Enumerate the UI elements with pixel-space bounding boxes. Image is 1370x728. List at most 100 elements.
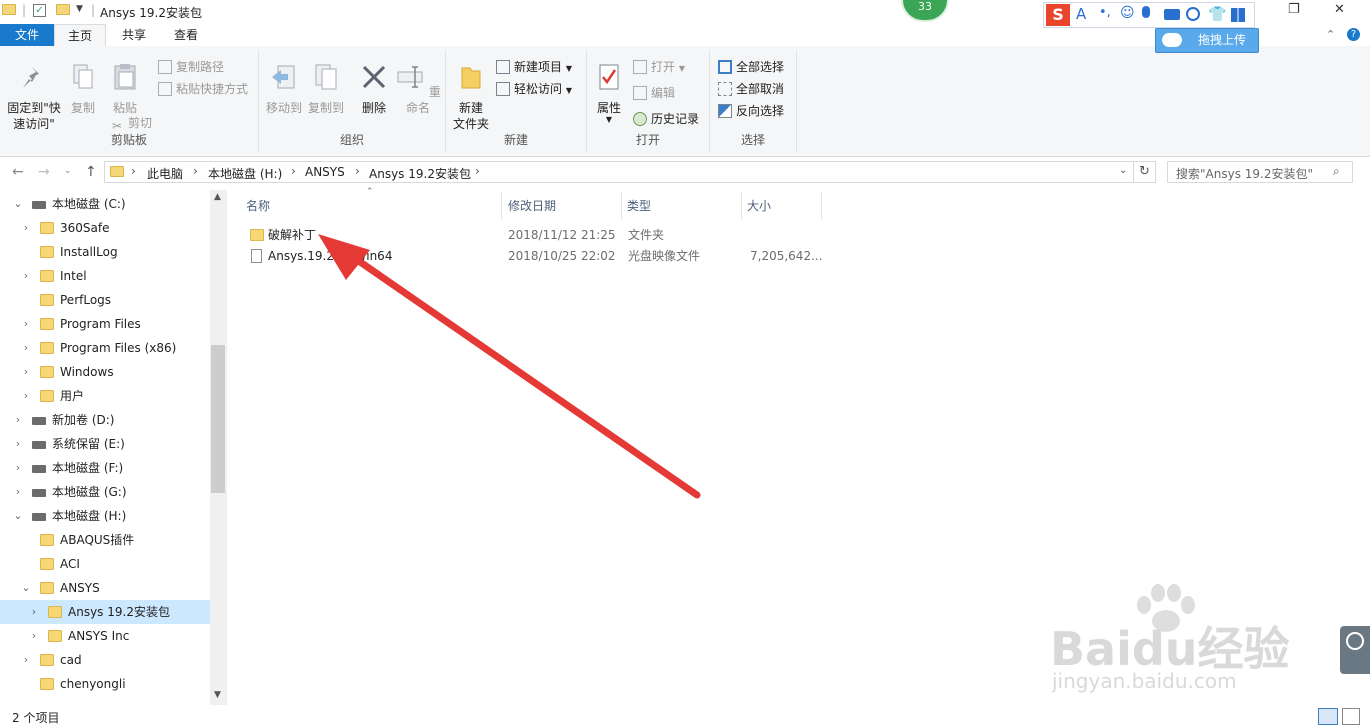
copy-button[interactable]: 复制 — [66, 62, 100, 116]
tree-item[interactable]: › 本地磁盘 (F:) — [0, 456, 210, 480]
rename-button[interactable]: 重命名 — [395, 62, 441, 116]
recent-locations-icon[interactable]: ⌄ — [64, 166, 72, 176]
new-item-button[interactable]: 新建项目 ▼ — [496, 57, 572, 77]
chevron-right-icon[interactable]: › — [20, 336, 32, 360]
chevron-down-icon[interactable]: ⌄ — [12, 504, 24, 528]
paste-shortcut-button[interactable]: 粘贴快捷方式 — [158, 79, 248, 99]
breadcrumb-ansys-install[interactable]: Ansys 19.2安装包 — [369, 165, 471, 182]
tree-item[interactable]: › 本地磁盘 (G:) — [0, 480, 210, 504]
skin-shirt-icon[interactable]: 👕 — [1208, 5, 1227, 23]
chevron-right-icon[interactable]: › — [355, 164, 360, 178]
tree-item[interactable]: › 用户 — [0, 384, 210, 408]
punctuation-icon[interactable]: •, — [1099, 5, 1111, 20]
column-divider[interactable] — [741, 192, 742, 220]
tree-item[interactable]: › cad — [0, 648, 210, 672]
select-none-button[interactable]: 全部取消 — [718, 79, 784, 99]
scroll-up-icon[interactable]: ▲ — [214, 192, 221, 202]
ime-toolbar[interactable]: S A •, ☺ 👕 — [1043, 2, 1255, 28]
address-bar[interactable]: › 此电脑 › 本地磁盘 (H:) › ANSYS › Ansys 19.2安装… — [104, 161, 1134, 183]
keyboard-icon[interactable] — [1164, 9, 1180, 20]
copy-path-button[interactable]: 复制路径 — [158, 57, 224, 77]
close-button[interactable]: ✕ — [1334, 2, 1345, 17]
tree-item[interactable]: › Intel — [0, 264, 210, 288]
large-icons-view-icon[interactable] — [1342, 708, 1360, 725]
customize-quick-access-icon[interactable]: ▼ — [76, 4, 90, 18]
column-header-name[interactable]: 名称 — [246, 197, 270, 214]
tree-item[interactable]: › ANSYS Inc — [0, 624, 210, 648]
column-header-date[interactable]: 修改日期 — [508, 197, 556, 214]
toolbox-grid-icon[interactable] — [1231, 8, 1245, 22]
tree-item[interactable]: › 新加卷 (D:) — [0, 408, 210, 432]
chevron-right-icon[interactable]: › — [20, 216, 32, 240]
tab-share[interactable]: 共享 — [112, 24, 156, 46]
breadcrumb-drive-h[interactable]: 本地磁盘 (H:) — [208, 165, 282, 182]
help-icon[interactable]: ? — [1347, 28, 1360, 41]
drag-upload-button[interactable]: 拖拽上传 — [1155, 28, 1259, 53]
search-input[interactable]: 搜索"Ansys 19.2安装包" ⌕ — [1167, 161, 1353, 183]
forward-arrow-icon[interactable]: → — [38, 164, 50, 180]
properties-button[interactable]: 属性 ▼ — [591, 62, 627, 124]
tree-item[interactable]: ABAQUS插件 — [0, 528, 210, 552]
tree-item[interactable]: › Program Files — [0, 312, 210, 336]
new-folder-quick-icon[interactable] — [56, 4, 70, 18]
tree-item[interactable]: InstallLog — [0, 240, 210, 264]
chevron-right-icon[interactable]: › — [20, 384, 32, 408]
tree-item[interactable]: › Program Files (x86) — [0, 336, 210, 360]
tree-item[interactable]: › Windows — [0, 360, 210, 384]
edit-button[interactable]: 编辑 — [633, 83, 675, 103]
details-view-icon[interactable] — [1318, 708, 1338, 725]
tab-view[interactable]: 查看 — [164, 24, 208, 46]
refresh-button[interactable]: ↻ — [1134, 161, 1156, 183]
tree-item[interactable]: ⌄ 本地磁盘 (H:) — [0, 504, 210, 528]
tab-home[interactable]: 主页 — [54, 24, 106, 47]
new-folder-button[interactable]: 新建 文件夹 — [450, 62, 492, 132]
emoji-icon[interactable]: ☺ — [1120, 5, 1135, 21]
chevron-right-icon[interactable]: › — [193, 164, 198, 178]
tree-item[interactable]: ACI — [0, 552, 210, 576]
chevron-right-icon[interactable]: › — [20, 648, 32, 672]
column-header-size[interactable]: 大小 — [747, 197, 771, 214]
cut-button[interactable]: ✂ 剪切 — [110, 113, 152, 133]
history-button[interactable]: 历史记录 — [633, 109, 699, 129]
sogou-logo-icon[interactable]: S — [1046, 4, 1070, 26]
breadcrumb-ansys[interactable]: ANSYS — [305, 165, 345, 179]
collapse-ribbon-icon[interactable]: ⌃ — [1326, 28, 1335, 41]
user-icon[interactable] — [1186, 7, 1200, 21]
tree-item[interactable]: › Ansys 19.2安装包 — [0, 600, 210, 624]
chevron-down-icon[interactable]: ⌄ — [20, 576, 32, 600]
scrollbar-thumb[interactable] — [211, 345, 225, 493]
chevron-right-icon[interactable]: › — [20, 360, 32, 384]
search-icon[interactable]: ⌕ — [1333, 164, 1340, 179]
column-divider[interactable] — [821, 192, 822, 220]
tree-item[interactable]: ⌄ ANSYS — [0, 576, 210, 600]
select-all-button[interactable]: 全部选择 — [718, 57, 784, 77]
chevron-right-icon[interactable]: › — [12, 408, 24, 432]
up-arrow-icon[interactable]: ↑ — [85, 164, 97, 180]
chevron-right-icon[interactable]: › — [291, 164, 296, 178]
font-icon[interactable]: A — [1076, 5, 1086, 23]
breadcrumb-this-pc[interactable]: 此电脑 — [147, 165, 183, 182]
column-divider[interactable] — [621, 192, 622, 220]
tree-item[interactable]: PerfLogs — [0, 288, 210, 312]
tree-item[interactable]: › 360Safe — [0, 216, 210, 240]
address-dropdown-icon[interactable]: ⌄ — [1119, 165, 1127, 176]
move-to-button[interactable]: 移动到 — [263, 62, 305, 116]
easy-access-button[interactable]: 轻松访问 ▼ — [496, 79, 572, 99]
tree-item[interactable]: › 系统保留 (E:) — [0, 432, 210, 456]
chevron-right-icon[interactable]: › — [12, 480, 24, 504]
chevron-right-icon[interactable]: › — [28, 624, 40, 648]
side-panel-tab[interactable] — [1340, 626, 1370, 674]
invert-selection-button[interactable]: 反向选择 — [718, 101, 784, 121]
microphone-icon[interactable] — [1142, 6, 1150, 18]
tab-file[interactable]: 文件 — [0, 24, 54, 46]
checkbox-icon[interactable]: ✓ — [33, 4, 46, 17]
column-divider[interactable] — [501, 192, 502, 220]
scroll-down-icon[interactable]: ▼ — [214, 690, 221, 700]
paste-button[interactable]: 粘贴 — [106, 62, 144, 116]
copy-to-button[interactable]: 复制到 — [305, 62, 347, 116]
delete-button[interactable]: 删除 — [357, 62, 391, 116]
chevron-right-icon[interactable]: › — [20, 312, 32, 336]
pin-quick-access-button[interactable]: 固定到"快速访问" — [4, 62, 64, 132]
chevron-right-icon[interactable]: › — [28, 600, 40, 624]
chevron-right-icon[interactable]: › — [12, 456, 24, 480]
